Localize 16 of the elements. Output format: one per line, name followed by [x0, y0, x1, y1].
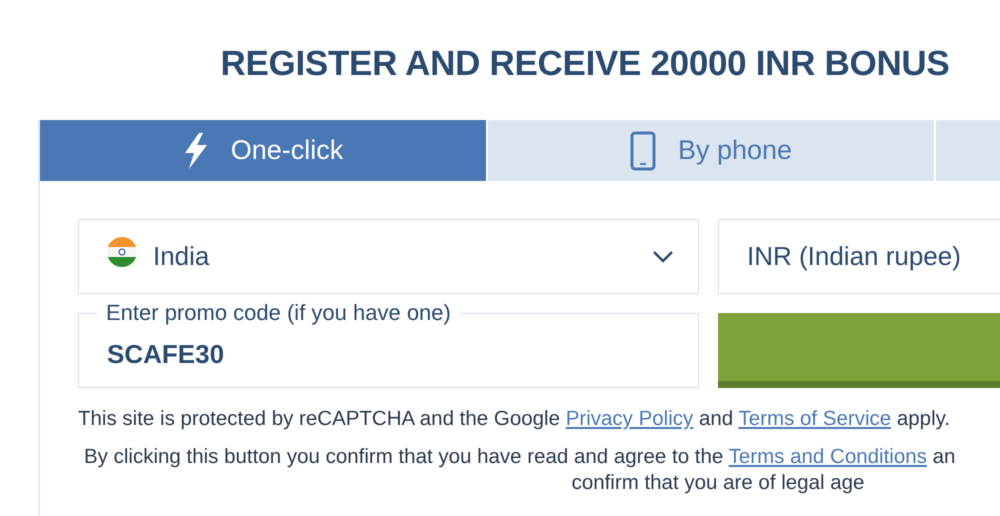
country-select[interactable]: India [78, 219, 699, 294]
page-title: REGISTER AND RECEIVE 20000 INR BONUS [220, 43, 950, 76]
recaptcha-notice: This site is protected by reCAPTCHA and the Google Privacy Policy and Terms of Service apply. [78, 407, 952, 431]
privacy-policy-link[interactable]: Privacy Policy [566, 407, 694, 430]
chevron-down-icon [652, 250, 674, 264]
terms-notice: By clicking this button you confirm that you have read and agree to the Terms and Conditions an [84, 445, 956, 469]
legal-age-notice: confirm that you are of legal age [570, 471, 866, 495]
terms-and-conditions-link[interactable]: Terms and Conditions [728, 445, 927, 468]
terms-of-service-link[interactable]: Terms of Service [738, 407, 892, 430]
flag-icon [107, 236, 137, 266]
tab[interactable]: One-click [40, 120, 486, 181]
promo-code-label: Enter promo code (if you have one) [105, 300, 452, 326]
lightning-icon [182, 132, 209, 168]
tab[interactable]: By phone [488, 120, 934, 181]
currency-select[interactable]: INR (Indian rupee) [718, 219, 1000, 294]
phone-icon [630, 130, 656, 170]
